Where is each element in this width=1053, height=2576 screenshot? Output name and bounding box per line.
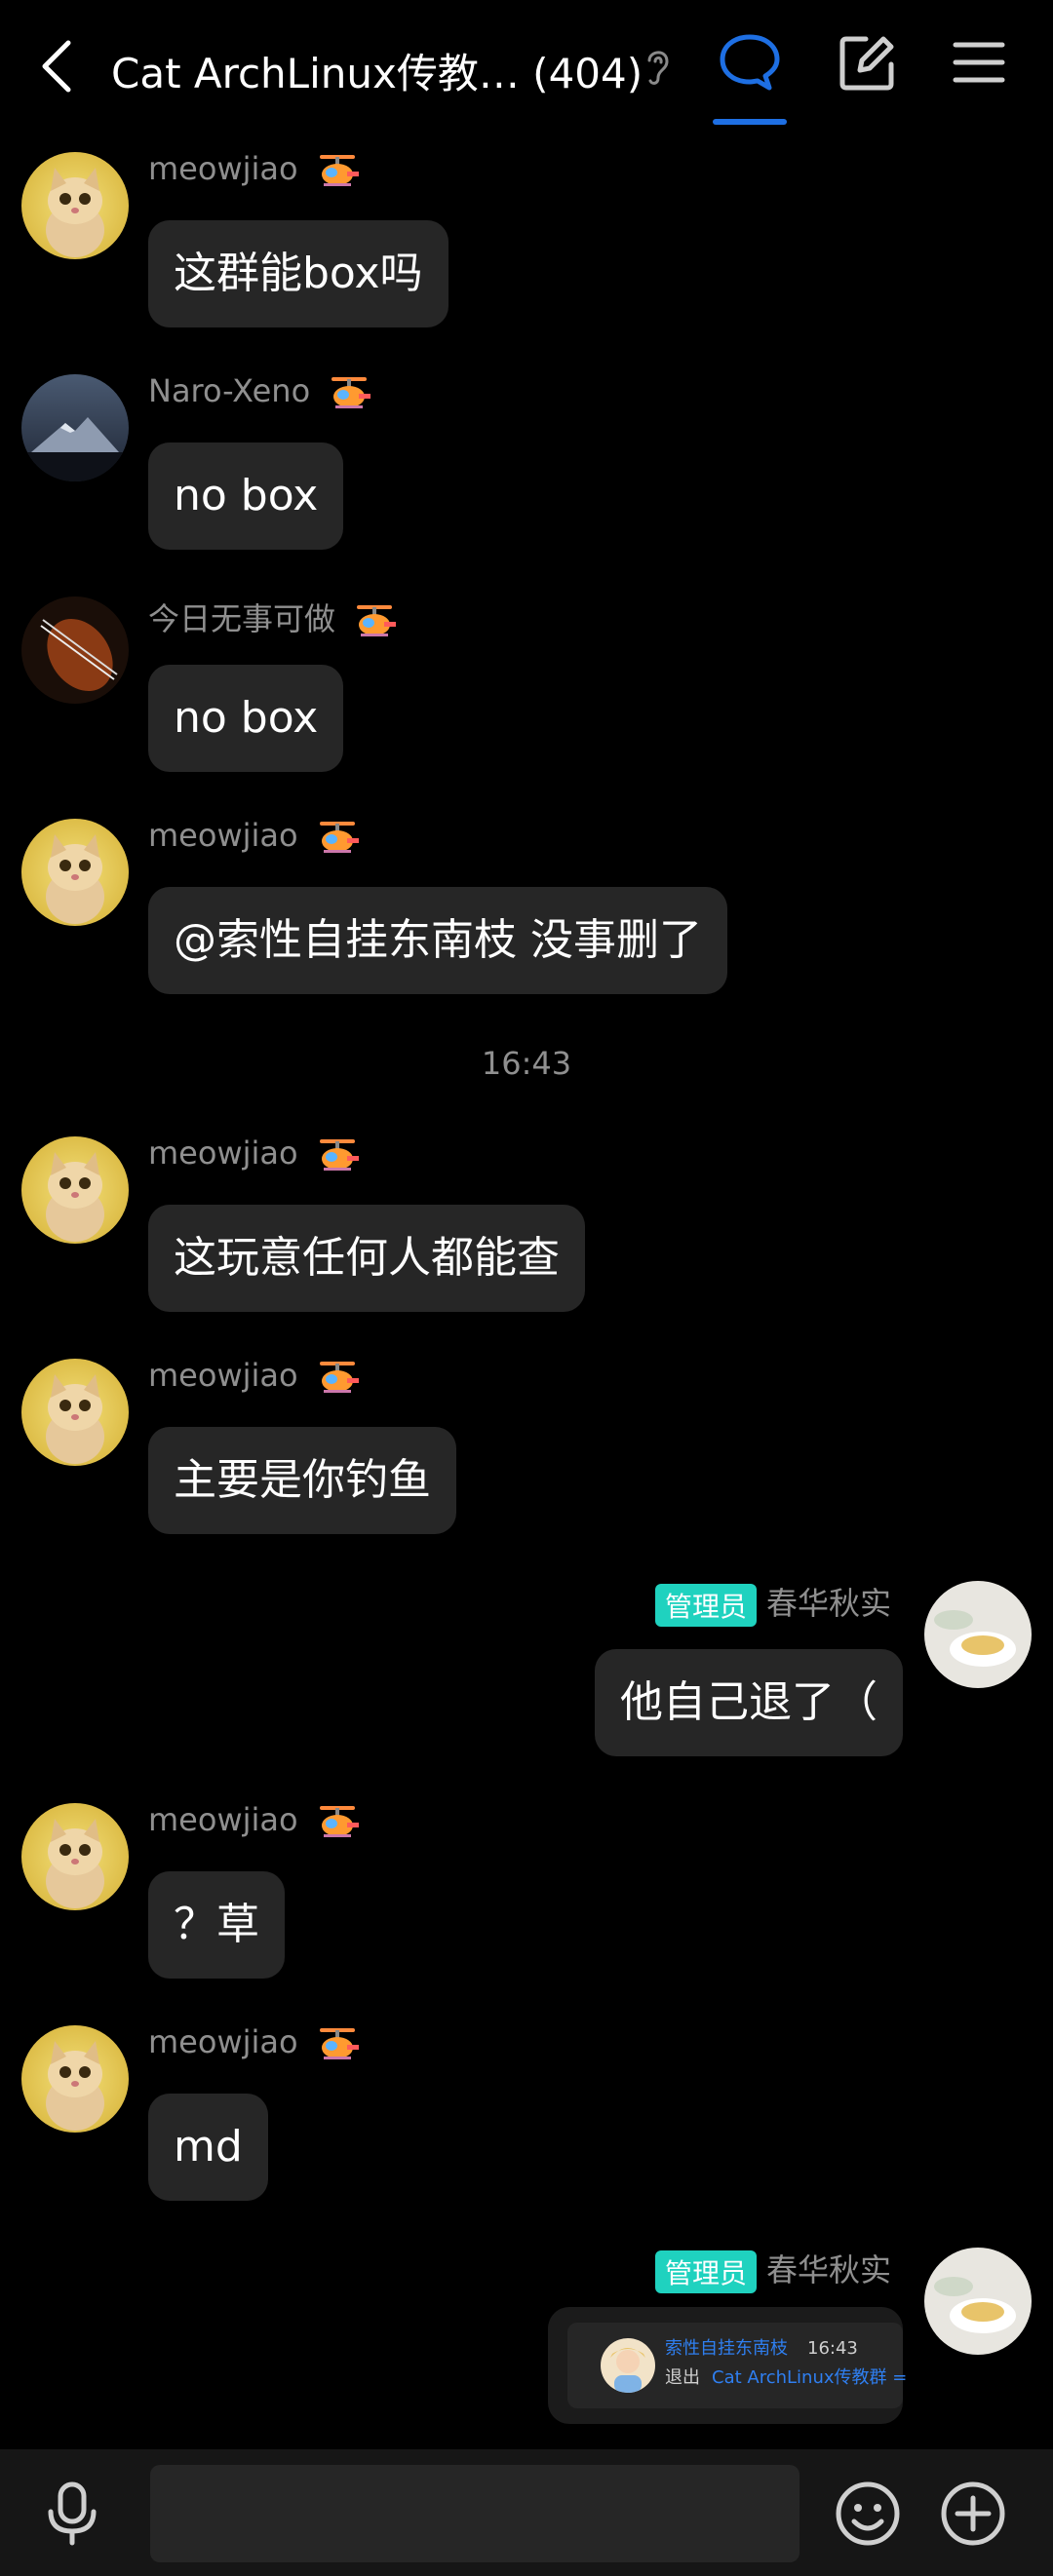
avatar[interactable]	[21, 1359, 129, 1466]
admin-badge: 管理员	[654, 1584, 757, 1627]
avatar[interactable]	[924, 2248, 1032, 2355]
sender-name[interactable]: 今日无事可做	[148, 600, 335, 637]
message-bubble[interactable]: no box	[148, 665, 344, 772]
message-bubble[interactable]: ？草	[148, 1871, 285, 1979]
avatar[interactable]	[21, 2025, 129, 2133]
chat-bubble-icon[interactable]	[719, 31, 781, 94]
helicopter-badge-icon	[332, 377, 371, 408]
message-bubble[interactable]: 主要是你钓鱼	[148, 1427, 456, 1534]
avatar[interactable]	[21, 374, 129, 481]
notice-action: 退出	[665, 2367, 700, 2388]
emoji-icon[interactable]	[833, 2479, 903, 2549]
notice-group[interactable]: Cat ArchLinux传教群 =	[712, 2367, 907, 2388]
notice-content: 索性自挂东南枝 16:43 退出 Cat ArchLinux传教群 =	[567, 2323, 907, 2408]
message-bubble[interactable]: 这玩意任何人都能查	[148, 1205, 585, 1312]
top-bar: Cat ArchLinux传教… (404)	[0, 0, 1053, 136]
sender-name[interactable]: meowjiao	[148, 817, 298, 854]
ear-icon[interactable]	[644, 45, 673, 88]
sender-name[interactable]: Naro-Xeno	[148, 372, 310, 409]
menu-icon[interactable]	[948, 31, 1010, 94]
sender-name[interactable]: meowjiao	[148, 1134, 298, 1172]
message-bubble[interactable]: md	[148, 2094, 268, 2201]
message-bubble[interactable]: 这群能box吗	[148, 220, 448, 327]
helicopter-badge-icon	[319, 1806, 359, 1837]
message-bubble[interactable]: no box	[148, 442, 344, 550]
active-tab-indicator	[713, 119, 787, 125]
notice-card[interactable]: 索性自挂东南枝 16:43 退出 Cat ArchLinux传教群 =	[548, 2307, 907, 2424]
message-bubble[interactable]: 他自己退了（	[595, 1649, 903, 1756]
avatar[interactable]	[21, 596, 129, 704]
avatar[interactable]	[21, 152, 129, 259]
message-bubble[interactable]: @索性自挂东南枝 没事删了	[148, 887, 727, 994]
helicopter-badge-icon	[319, 1139, 359, 1171]
helicopter-badge-icon	[357, 605, 397, 636]
sender-name[interactable]: meowjiao	[148, 1801, 298, 1838]
time-divider: 16:43	[481, 1045, 572, 1082]
avatar[interactable]	[21, 1136, 129, 1244]
chat-title: Cat ArchLinux传教… (404)	[111, 50, 644, 97]
helicopter-badge-icon	[319, 2028, 359, 2059]
avatar[interactable]	[21, 819, 129, 926]
sender-name[interactable]: meowjiao	[148, 1357, 298, 1394]
microphone-icon[interactable]	[37, 2479, 107, 2549]
sender-name[interactable]: meowjiao	[148, 2023, 298, 2060]
message-input[interactable]	[150, 2465, 800, 2562]
edit-icon[interactable]	[837, 31, 899, 94]
sender-name[interactable]: 春华秋实	[766, 1585, 891, 1622]
helicopter-badge-icon	[319, 155, 359, 186]
admin-badge: 管理员	[654, 2250, 757, 2293]
avatar[interactable]	[924, 1581, 1032, 1688]
sender-name[interactable]: meowjiao	[148, 150, 298, 187]
helicopter-badge-icon	[319, 1362, 359, 1393]
avatar	[601, 2338, 655, 2393]
sender-name[interactable]: 春华秋实	[766, 2251, 891, 2288]
avatar[interactable]	[21, 1803, 129, 1910]
back-arrow-icon[interactable]	[33, 37, 80, 96]
input-bar	[0, 2449, 1053, 2576]
helicopter-badge-icon	[319, 822, 359, 853]
plus-icon[interactable]	[938, 2479, 1008, 2549]
notice-name[interactable]: 索性自挂东南枝	[665, 2338, 788, 2359]
notice-time: 16:43	[807, 2338, 858, 2359]
